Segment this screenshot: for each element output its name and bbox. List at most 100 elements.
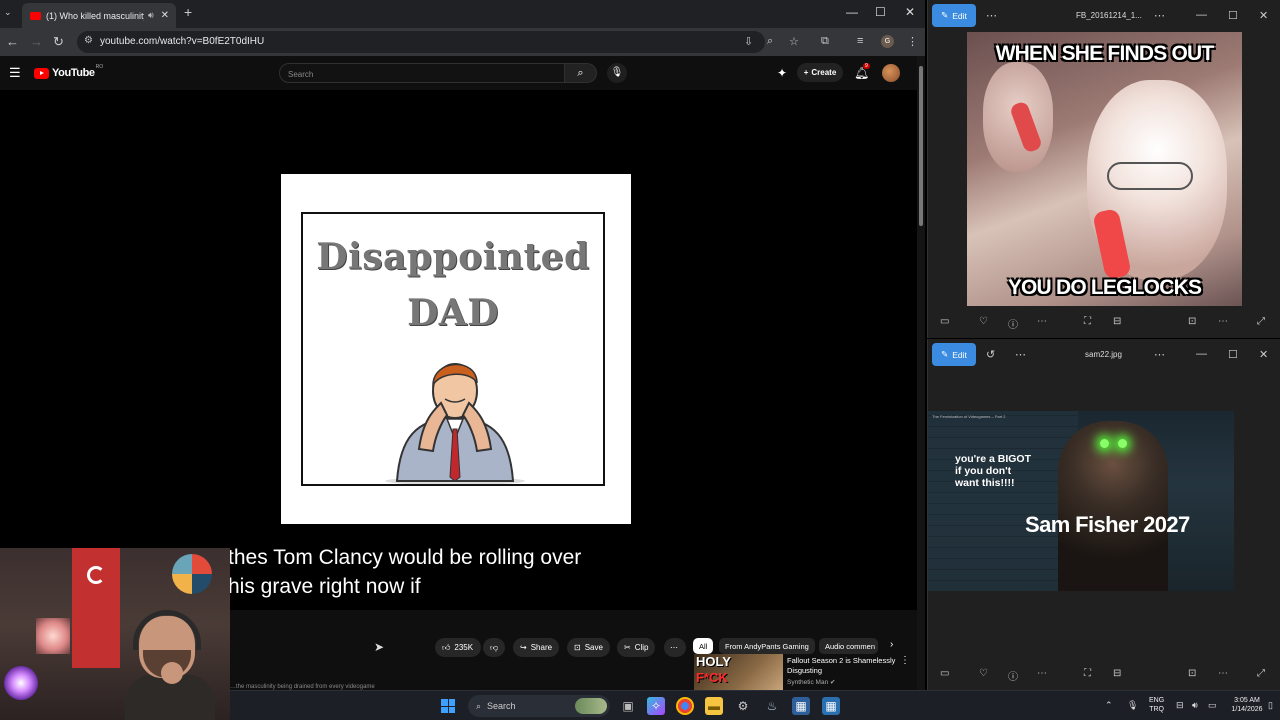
youtube-logo[interactable]: YouTube RO <box>34 64 103 79</box>
maximize-icon[interactable]: ☐ <box>1228 9 1238 22</box>
chip-audio[interactable]: Audio commen <box>819 638 878 654</box>
meme-sam-fisher-text: Sam Fisher 2027 <box>1025 512 1190 537</box>
create-button[interactable]: + Create <box>797 63 843 82</box>
browser-menu-icon[interactable]: ⋮ <box>907 35 918 48</box>
title-more-icon[interactable]: ⋯ <box>1154 348 1165 361</box>
save-button[interactable]: ⊡ Save <box>567 638 610 657</box>
file-explorer-icon[interactable]: ▬ <box>705 697 723 715</box>
battery-icon[interactable]: ▭ <box>1208 700 1217 711</box>
title-more-icon[interactable]: ⋯ <box>1154 9 1165 22</box>
reload-icon[interactable]: ↻ <box>53 34 64 50</box>
hamburger-menu-icon[interactable]: ☰ <box>9 65 21 81</box>
notification-center-icon[interactable]: ▯ <box>1268 700 1273 711</box>
page-scrollbar[interactable] <box>917 56 925 690</box>
start-windows-icon[interactable] <box>441 699 455 713</box>
volume-icon[interactable]: 🔊︎ <box>1192 700 1198 711</box>
heart-icon[interactable]: ♡ <box>979 316 988 327</box>
extensions-icon[interactable]: ⧉ <box>821 35 829 48</box>
clip-button[interactable]: ✂ Clip <box>617 638 656 657</box>
minimize-icon[interactable]: — <box>1196 348 1207 360</box>
info-icon[interactable]: ⓘ <box>1008 316 1018 331</box>
close-window-icon[interactable]: ✕ <box>905 5 915 19</box>
video-player[interactable]: Disappointed DAD thes Tom Clancy would b… <box>0 90 917 610</box>
fullscreen-icon[interactable]: ⤢ <box>1257 316 1265 327</box>
taskbar-search[interactable]: ⌕ Search <box>468 695 610 717</box>
share-button[interactable]: ↪ Share <box>513 638 560 657</box>
dislike-button[interactable]: 👎︎ <box>483 638 505 657</box>
tab-youtube[interactable]: (1) Who killed masculinity 🔊︎ ✕ <box>22 3 176 28</box>
recommendation-menu-icon[interactable]: ⋮ <box>900 655 910 666</box>
like-button[interactable]: 👍︎ 235K <box>435 638 481 657</box>
taskbar-search-label: Search <box>487 701 516 711</box>
chrome-icon[interactable] <box>676 697 694 715</box>
microphone-tray-icon[interactable]: 🎙︎ <box>1127 700 1138 711</box>
user-avatar[interactable] <box>882 64 900 82</box>
more-icon[interactable]: ⋯ <box>1037 316 1047 327</box>
media-control-icon[interactable]: ≡ <box>857 35 863 47</box>
rotate-icon[interactable]: ↺ <box>986 348 995 361</box>
edit-label: Edit <box>952 349 967 360</box>
minimize-icon[interactable]: — <box>846 5 858 19</box>
save-label: Save <box>584 643 603 652</box>
slideshow-icon[interactable]: ⊡ <box>1188 316 1196 327</box>
maximize-icon[interactable]: ☐ <box>875 5 886 19</box>
scrollbar-thumb[interactable] <box>919 66 923 226</box>
recommendation-thumbnail[interactable]: HOLY F*CK <box>694 654 783 690</box>
heart-icon[interactable]: ♡ <box>979 668 988 679</box>
ocr-icon[interactable]: ⊟ <box>1113 668 1121 679</box>
more-options-icon[interactable]: ⋯ <box>1015 348 1026 361</box>
gear-app-icon[interactable]: ⚙ <box>734 697 752 715</box>
photos-app-icon[interactable]: ▦ <box>792 697 810 715</box>
back-icon[interactable]: ← <box>6 34 19 49</box>
network-icon[interactable]: ⊟ <box>1176 700 1184 711</box>
voice-search-button[interactable]: 🎙︎ <box>607 63 627 83</box>
bookmark-star-icon[interactable]: ☆ <box>789 35 799 48</box>
task-view-icon[interactable]: ▣ <box>619 697 637 715</box>
info-icon[interactable]: ⓘ <box>1008 668 1018 683</box>
crop-icon[interactable]: ⛶ <box>1084 316 1091 327</box>
photos-1-edit-button[interactable]: ✎ Edit <box>932 4 976 27</box>
photos-2-edit-button[interactable]: ✎ Edit <box>932 343 976 366</box>
search-button[interactable]: ⌕ <box>565 63 597 83</box>
filmstrip-icon[interactable]: ▭ <box>940 316 949 327</box>
language-indicator[interactable]: ENG TRQ <box>1149 696 1164 714</box>
close-icon[interactable]: ✕ <box>1259 348 1268 361</box>
recommendation-channel[interactable]: Synthetic Man ✔ <box>787 678 835 686</box>
maximize-icon[interactable]: ☐ <box>1228 348 1238 361</box>
ai-sparkle-icon[interactable]: ✦ <box>777 66 787 80</box>
omnibox[interactable]: ⚙︎ youtube.com/watch?v=B0fE2T0dIHU <box>77 31 765 53</box>
site-info-icon[interactable]: ⚙︎ <box>84 35 93 46</box>
photos-app-icon-2[interactable]: ▦ <box>822 697 840 715</box>
forward-icon[interactable]: → <box>30 34 43 49</box>
copilot-icon[interactable]: ✧ <box>647 697 665 715</box>
chip-from-channel[interactable]: From AndyPants Gaming <box>719 638 815 654</box>
clock[interactable]: 3:05 AM 1/14/2026 <box>1228 696 1266 714</box>
slideshow-icon[interactable]: ⊡ <box>1188 668 1196 679</box>
youtube-header: ☰ YouTube RO ⌕ 🎙︎ ✦ + Create 🔔︎ 9 <box>0 56 917 90</box>
crop-icon[interactable]: ⛶ <box>1084 668 1091 679</box>
recommendation-title[interactable]: Fallout Season 2 is Shamelessly Disgusti… <box>787 656 899 676</box>
steam-icon[interactable]: ♨ <box>763 697 781 715</box>
show-hidden-icons-icon[interactable]: ⌃ <box>1105 700 1113 711</box>
profile-avatar[interactable]: G <box>881 35 894 48</box>
more-actions-button[interactable]: ⋯ <box>664 638 686 657</box>
more-icon-2[interactable]: ⋯ <box>1218 668 1228 679</box>
more-options-icon[interactable]: ⋯ <box>986 9 997 22</box>
search-input[interactable] <box>280 65 564 84</box>
tab-search-dropdown-icon[interactable]: ⌄ <box>4 7 12 18</box>
youtube-search-box[interactable] <box>279 63 565 84</box>
tab-close-icon[interactable]: ✕ <box>161 10 169 21</box>
close-icon[interactable]: ✕ <box>1259 9 1268 22</box>
zoom-icon[interactable]: ⌕ <box>767 35 773 48</box>
minimize-icon[interactable]: — <box>1196 9 1207 21</box>
chip-all[interactable]: All <box>693 638 714 654</box>
chevron-right-icon[interactable]: › <box>890 639 893 650</box>
ocr-icon[interactable]: ⊟ <box>1113 316 1121 327</box>
fullscreen-icon[interactable]: ⤢ <box>1257 668 1265 679</box>
filmstrip-icon[interactable]: ▭ <box>940 668 949 679</box>
new-tab-button[interactable]: + <box>184 4 192 20</box>
more-icon-2[interactable]: ⋯ <box>1218 316 1228 327</box>
speaker-icon[interactable]: 🔊︎ <box>148 10 154 21</box>
install-app-icon[interactable]: ⇩ <box>744 35 753 48</box>
more-icon[interactable]: ⋯ <box>1037 668 1047 679</box>
